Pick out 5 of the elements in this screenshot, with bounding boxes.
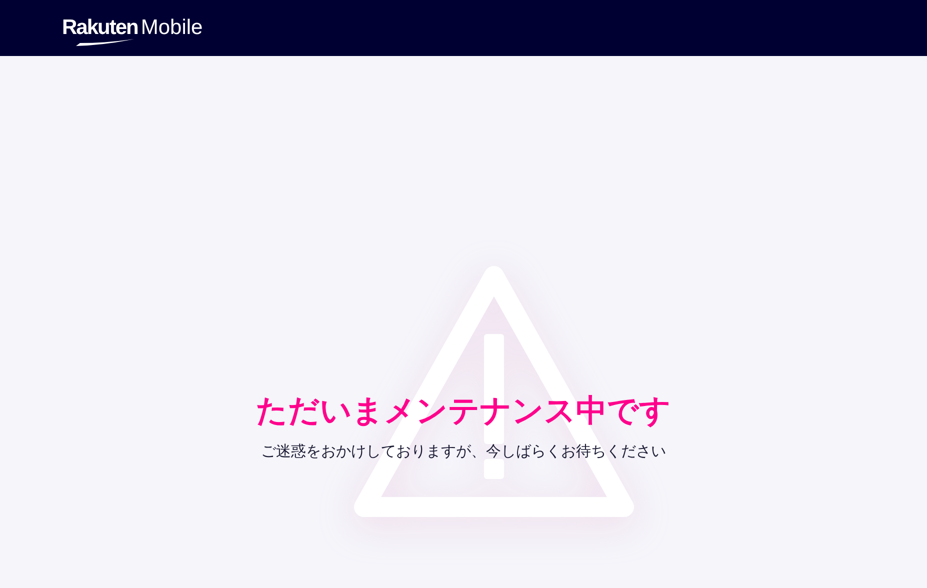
logo-brand[interactable]: Rakuten	[62, 18, 138, 38]
maintenance-message: ご迷惑をおかけしておりますが、今しばらくお待ちください	[261, 442, 666, 462]
maintenance-title: ただいまメンテナンス中です	[256, 392, 671, 430]
logo-product[interactable]: Mobile	[140, 12, 203, 44]
swoosh-icon	[76, 39, 134, 48]
